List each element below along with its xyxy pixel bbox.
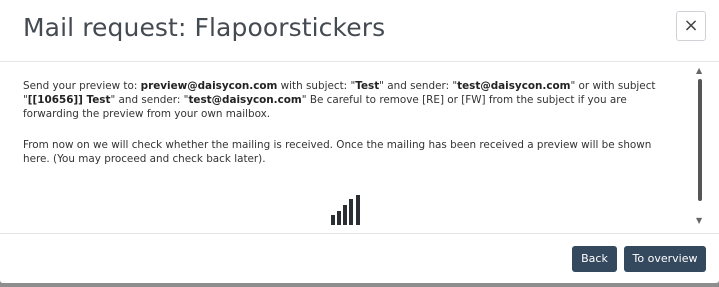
modal-title: Mail request: Flapoorstickers xyxy=(23,13,386,42)
text-segment: " and sender: " xyxy=(379,80,458,92)
modal-header: Mail request: Flapoorstickers × xyxy=(0,0,719,62)
modal-body: Send your preview to: preview@daisycon.c… xyxy=(0,63,719,233)
status-paragraph: From now on we will check whether the ma… xyxy=(23,139,652,165)
to-overview-button[interactable]: To overview xyxy=(624,246,706,272)
instructions-paragraph: Send your preview to: preview@daisycon.c… xyxy=(23,79,663,121)
subject-test: Test xyxy=(355,80,380,92)
modal-footer: Back To overview xyxy=(0,233,719,283)
subject-with-id: [[10656]] Test xyxy=(27,94,111,106)
loading-bars-icon xyxy=(331,193,365,225)
close-icon[interactable]: × xyxy=(676,11,706,41)
scrollbar[interactable]: ▲ ▼ xyxy=(695,67,705,225)
text-segment: " and sender: " xyxy=(110,94,189,106)
mail-request-modal: Mail request: Flapoorstickers × Send you… xyxy=(0,0,719,283)
preview-email: preview@daisycon.com xyxy=(140,80,278,92)
sender-email: test@daisycon.com xyxy=(188,94,302,106)
sender-email: test@daisycon.com xyxy=(457,80,571,92)
text-segment: with subject: " xyxy=(277,80,356,92)
backdrop-edge xyxy=(0,283,719,287)
scroll-down-icon[interactable]: ▼ xyxy=(696,217,702,225)
scroll-up-icon[interactable]: ▲ xyxy=(696,67,702,75)
message-content: Send your preview to: preview@daisycon.c… xyxy=(23,79,663,166)
scrollbar-thumb[interactable] xyxy=(698,79,702,201)
text-segment: Send your preview to: xyxy=(23,80,141,92)
back-button[interactable]: Back xyxy=(572,246,617,272)
